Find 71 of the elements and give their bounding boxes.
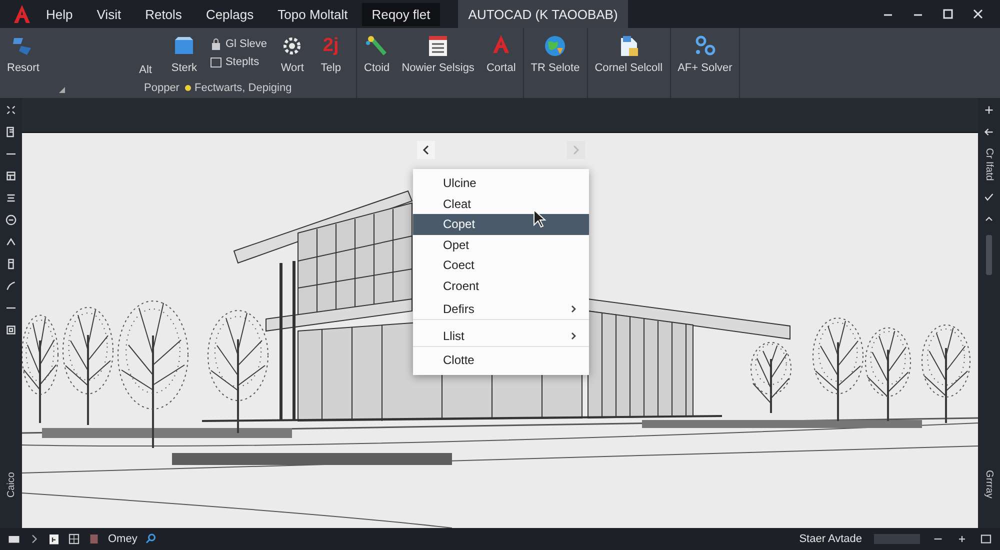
menu-item[interactable]: Defirs [413,296,589,320]
input-field[interactable] [874,534,920,544]
group-label: Popper [144,82,180,94]
menu-item[interactable]: Retols [135,2,192,26]
frame-icon [210,56,222,68]
arrow-icon[interactable] [983,126,995,138]
layout-icon[interactable] [5,126,17,138]
plus-icon[interactable] [983,104,995,116]
status-label: Staer Avtade [799,533,862,545]
align-icon[interactable] [5,192,17,204]
grid-icon[interactable] [5,170,17,182]
side-label: Cr Ifatd [984,148,994,181]
ribbon-button[interactable]: TR Selote [528,30,583,74]
ribbon-button[interactable]: Cortal [483,30,519,74]
ribbon-button[interactable]: Resort [4,30,42,74]
arc-icon[interactable] [5,280,17,292]
ribbon-button[interactable]: Sterk [168,30,200,74]
caret-icon[interactable] [5,236,17,248]
chevron-icon [572,145,580,155]
tree [750,342,792,413]
ribbon-button[interactable]: Wort [277,30,308,74]
back-button[interactable] [417,141,435,159]
chevron-icon [422,145,430,155]
ribbon-button[interactable]: Ctoid [361,30,393,74]
ribbon-button[interactable]: AF+ Solver [674,30,736,74]
check-icon[interactable] [983,190,995,203]
menu-item[interactable]: Clotte [413,350,589,370]
menu-item[interactable]: Ceplags [196,2,264,26]
menu-item[interactable]: Reqoy flet [362,2,440,26]
window-icon[interactable] [980,533,992,545]
padlock-icon [210,38,222,50]
group-label: Fectwarts, Depiging [194,82,292,94]
ribbon-button[interactable]: Steplts [210,56,268,68]
chevron-icon [571,332,577,340]
menu-item[interactable]: Topo Moltalt [268,2,358,26]
ribbon-button[interactable]: Alt [133,30,158,77]
menu-item[interactable]: Help [36,2,83,26]
document-tab[interactable]: AUTOCAD (K TAOOBAB) [458,0,628,28]
ribbon-button[interactable]: Nowier Selsigs [398,30,478,74]
chevron-icon [571,304,577,312]
menu-item[interactable]: Croent [413,276,589,296]
status-label: Omey [108,533,138,545]
search-icon[interactable] [145,533,158,545]
layer-icon[interactable] [88,533,100,545]
grid-icon[interactable] [68,533,80,545]
clipboard-icon[interactable] [48,533,60,545]
globe-icon [543,34,568,58]
menu-item[interactable]: Coect [413,255,589,276]
ribbon-button[interactable]: Gl Sleve [210,38,268,50]
ribbon-button[interactable]: Cornel Selcoll [592,30,666,74]
side-label: Grrray [984,470,994,498]
menu-item[interactable]: Opet [413,234,589,255]
side-label: Caico [6,472,16,498]
camera-icon[interactable] [8,533,20,545]
menu-item[interactable]: Visit [86,2,132,26]
logo-icon [491,34,512,54]
scroll-thumb[interactable] [986,234,992,275]
menu-item[interactable]: Cleat [413,194,589,214]
menu-item[interactable]: Llist [413,323,589,347]
menu-item[interactable]: Ulcine [413,173,589,194]
logo-icon [12,4,32,24]
ribbon-button[interactable]: 2j Telp [318,30,344,74]
maximize-icon[interactable] [942,8,954,20]
plus-icon[interactable] [956,533,968,545]
menu-item[interactable]: Copet [413,214,589,234]
wand-icon [364,34,389,58]
cursor-icon [533,209,547,228]
dialog-launcher-icon[interactable] [58,86,66,94]
close-icon[interactable] [972,8,984,20]
frame-icon[interactable] [5,324,17,336]
expand-icon[interactable] [5,104,17,116]
